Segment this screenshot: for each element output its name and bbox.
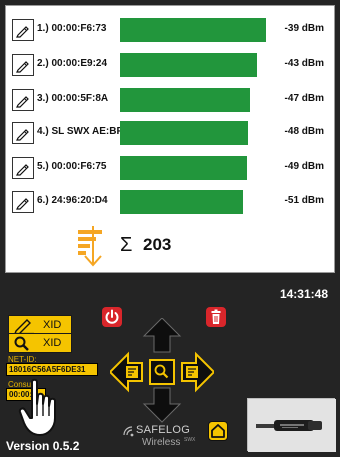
- safelog-logo: SAFELOG SWX Wireless: [122, 423, 200, 451]
- edit-icon[interactable]: [12, 54, 34, 76]
- center-search-button[interactable]: [149, 359, 175, 385]
- logo-title: SAFELOG: [136, 424, 191, 436]
- device-label: 2.) 00:00:E9:24: [37, 58, 108, 69]
- device-label: 6.) 24:96:20:D4: [37, 195, 108, 206]
- home-button[interactable]: [208, 421, 228, 441]
- netid-field[interactable]: 18016C56A5F6DE31: [6, 363, 98, 376]
- device-label: 5.) 00:00:F6:75: [37, 161, 107, 172]
- signal-strength: -51 dBm: [284, 195, 324, 206]
- signal-bar: [120, 53, 257, 77]
- total-count: 203: [143, 235, 172, 254]
- device-label: 3.) 00:00:5F:8A: [37, 93, 109, 104]
- device-label: 4.) SL SWX AE:BF: [37, 126, 123, 137]
- signal-bar: [120, 88, 250, 112]
- device-row[interactable]: 1.) 00:00:F6:73 -39 dBm: [6, 18, 336, 42]
- edit-icon[interactable]: [12, 191, 34, 213]
- edit-xid-button[interactable]: XID: [8, 315, 72, 335]
- device-row[interactable]: 3.) 00:00:5F:8A -47 dBm: [6, 88, 336, 112]
- search-xid-label: XID: [43, 337, 62, 349]
- search-icon: [14, 336, 29, 351]
- edit-icon[interactable]: [12, 122, 34, 144]
- device-row[interactable]: 2.) 00:00:E9:24 -43 dBm: [6, 53, 336, 77]
- logo-suffix: SWX: [184, 437, 196, 443]
- signal-bar: [120, 156, 247, 180]
- edit-icon[interactable]: [12, 157, 34, 179]
- down-arrow-icon[interactable]: [82, 226, 104, 268]
- sum-symbol: Σ: [120, 234, 133, 256]
- signal-strength: -49 dBm: [284, 161, 324, 172]
- pencil-icon: [14, 319, 34, 334]
- device-label: 1.) 00:00:F6:73: [37, 23, 107, 34]
- device-row[interactable]: 4.) SL SWX AE:BF -48 dBm: [6, 121, 336, 145]
- clock: 14:31:48: [279, 287, 328, 301]
- signal-strength: -47 dBm: [284, 93, 324, 104]
- edit-icon[interactable]: [12, 89, 34, 111]
- wireless-icon: [123, 426, 134, 437]
- signal-strength: -43 dBm: [284, 58, 324, 69]
- version-label: Version 0.5.2: [6, 439, 80, 453]
- arrow-left-icon[interactable]: [108, 351, 143, 393]
- device-photo: [247, 398, 336, 452]
- home-icon: [211, 424, 225, 438]
- device-row[interactable]: 5.) 00:00:F6:75 -49 dBm: [6, 156, 336, 180]
- signal-bar: [120, 121, 248, 145]
- signal-bar: [120, 190, 243, 214]
- device-list-screen: 1.) 00:00:F6:73 -39 dBm 2.) 00:00:E9:24 -43…: [5, 5, 335, 273]
- hand-cursor-icon: [18, 378, 68, 440]
- arrow-up-icon[interactable]: [142, 317, 182, 353]
- navigation-pad: [108, 317, 216, 424]
- device-row[interactable]: 6.) 24:96:20:D4 -51 dBm: [6, 190, 336, 214]
- logo-subtitle: Wireless: [142, 437, 181, 448]
- signal-bar: [120, 18, 266, 42]
- arrow-right-icon[interactable]: [181, 351, 216, 393]
- edit-xid-label: XID: [43, 319, 62, 331]
- signal-strength: -48 dBm: [284, 126, 324, 137]
- signal-strength: -39 dBm: [284, 23, 324, 34]
- arrow-down-icon[interactable]: [142, 387, 182, 423]
- edit-icon[interactable]: [12, 19, 34, 41]
- search-xid-button[interactable]: XID: [8, 333, 72, 353]
